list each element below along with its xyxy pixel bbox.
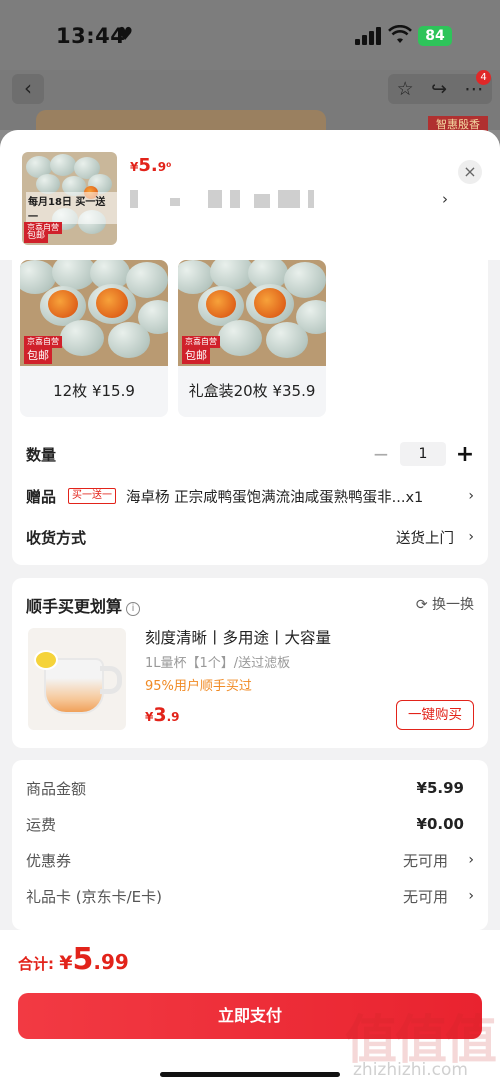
addon-title: 顺手买更划算 i — [26, 593, 141, 617]
chevron-right-icon: › — [468, 488, 474, 504]
order-total: 合计: ¥5.99 — [18, 942, 129, 977]
addon-card: 顺手买更划算 i ⟳ 换一换 刻度清晰丨多用途丨大容量 1L量杯【1个】/送过滤板… — [12, 578, 488, 748]
product-thumbnail[interactable]: 每月18日 买一送一 京喜自营 包邮 — [22, 152, 117, 245]
baoyou-tag: 包邮 — [24, 348, 52, 364]
share-icon[interactable]: ↪ — [431, 78, 447, 100]
app-root: 13:44 ♥ 84 ‹ ☆ ↪ ⋯ 4 智惠殷香 每月18日 买一送一 京喜自… — [0, 0, 500, 1087]
swap-button[interactable]: ⟳ 换一换 — [416, 594, 474, 614]
wifi-icon — [388, 24, 412, 50]
home-indicator[interactable] — [160, 1072, 340, 1077]
gift-row[interactable]: 赠品 买一送一 海卓杨 正宗咸鸭蛋饱满流油咸蛋熟鸭蛋非...x1 › — [26, 481, 476, 511]
back-icon[interactable]: ‹ — [12, 74, 44, 104]
shipping-row[interactable]: 收货方式 送货上门 › — [26, 522, 476, 552]
variant-option[interactable]: 京喜自营 包邮 12枚 ¥15.9 — [20, 260, 168, 417]
gift-text: 海卓杨 正宗咸鸭蛋饱满流油咸蛋熟鸭蛋非...x1 — [126, 489, 424, 506]
summary-row-coupon[interactable]: 优惠券 无可用 › — [26, 847, 474, 873]
sheet-header: 每月18日 买一送一 京喜自营 包邮 ¥5.9⁰ › × — [0, 130, 500, 260]
summary-row-giftcard[interactable]: 礼品卡 (京东卡/E卡) 无可用 › — [26, 883, 474, 909]
quantity-row: 数量 − 1 + — [26, 439, 476, 469]
summary-row-shipping: 运费 ¥0.00 — [26, 815, 464, 834]
chevron-right-icon: › — [468, 888, 474, 904]
baoyou-tag: 包邮 — [182, 348, 210, 364]
jd-tag: 京喜自营 — [24, 336, 62, 348]
chevron-right-icon: › — [468, 529, 474, 545]
thumbnail-caption: 每月18日 买一送一 — [26, 192, 117, 224]
addon-product-sub: 1L量杯【1个】/送过滤板 — [145, 656, 291, 671]
addon-product-title[interactable]: 刻度清晰丨多用途丨大容量 — [145, 626, 331, 648]
gift-label: 赠品 — [26, 487, 57, 506]
quantity-label: 数量 — [26, 445, 57, 464]
watermark-site: zhizhizhi.com — [353, 1060, 468, 1080]
options-card: 京喜自营 包邮 12枚 ¥15.9 京喜自营 包邮 礼盒装20枚 ¥35.9 数… — [12, 260, 488, 565]
info-icon[interactable]: i — [126, 602, 141, 616]
plus-icon[interactable]: + — [454, 442, 476, 467]
status-time: 13:44 — [56, 24, 126, 48]
refresh-icon: ⟳ — [415, 597, 428, 613]
one-click-buy-button[interactable]: 一键购买 — [396, 700, 474, 730]
sku-sheet: 每月18日 买一送一 京喜自营 包邮 ¥5.9⁰ › × 京喜自营 包邮 12枚… — [0, 130, 500, 1087]
selected-price: ¥5.9⁰ — [130, 155, 172, 176]
signal-icon — [355, 27, 381, 45]
shipping-label: 收货方式 — [26, 528, 87, 547]
variant-image: 京喜自营 包邮 — [178, 260, 326, 366]
variant-option[interactable]: 京喜自营 包邮 礼盒装20枚 ¥35.9 — [178, 260, 326, 417]
variant-image: 京喜自营 包邮 — [20, 260, 168, 366]
gift-tag: 买一送一 — [68, 488, 117, 504]
quantity-input[interactable]: 1 — [400, 442, 446, 466]
baoyou-tag: 包邮 — [24, 230, 49, 243]
summary-card: 商品金额 ¥5.99 运费 ¥0.00 优惠券 无可用 › 礼品卡 (京东卡/E卡) 无可… — [12, 760, 488, 930]
jd-tag: 京喜自营 — [182, 336, 220, 348]
status-bar: 13:44 ♥ 84 — [0, 0, 500, 70]
summary-row-amount: 商品金额 ¥5.99 — [26, 779, 464, 798]
addon-price: ¥3.9 — [145, 704, 180, 726]
addon-product-image[interactable] — [28, 628, 126, 730]
selected-spec-blurred — [130, 190, 330, 212]
addon-product-popularity: 95%用户顺手买过 — [145, 679, 252, 694]
minus-icon[interactable]: − — [370, 442, 392, 466]
heart-icon: ♥ — [117, 24, 134, 45]
battery-indicator: 84 — [418, 26, 452, 46]
quantity-stepper: − 1 + — [370, 442, 476, 467]
variant-label: 礼盒装20枚 ¥35.9 — [188, 382, 316, 400]
variant-label: 12枚 ¥15.9 — [53, 382, 135, 400]
shipping-value: 送货上门 — [396, 530, 454, 547]
spec-chevron-icon[interactable]: › — [442, 190, 448, 208]
notification-badge: 4 — [476, 70, 491, 85]
chevron-right-icon: › — [468, 852, 474, 868]
star-icon[interactable]: ☆ — [397, 78, 414, 100]
close-icon[interactable]: × — [458, 160, 482, 184]
